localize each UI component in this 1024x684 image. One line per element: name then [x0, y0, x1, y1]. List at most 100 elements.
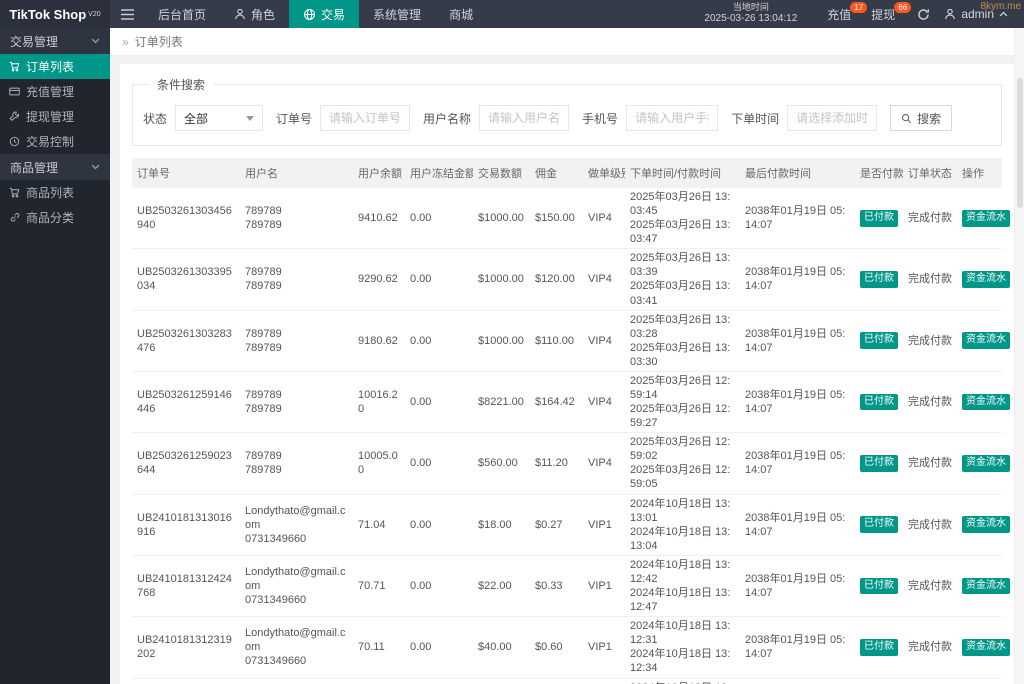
- fund-flow-button[interactable]: 资金流水: [962, 332, 1010, 350]
- cell-username: 789789 789789: [240, 248, 353, 311]
- search-icon: [901, 113, 912, 124]
- table-row: UB2410181312319202 Londythato@gmail.com …: [132, 616, 1010, 679]
- withdraw-link[interactable]: 提现 66: [861, 1, 912, 23]
- cart-icon: [9, 61, 20, 72]
- username-input[interactable]: [479, 105, 570, 131]
- order-time-line1: 2025年03月26日 12:59:02: [630, 436, 731, 463]
- cell-commission: $0.33: [530, 555, 583, 618]
- order-time-line1: 2025年03月26日 13:03:28: [630, 313, 731, 340]
- cell-order-status: 完成付款: [903, 494, 957, 556]
- paid-badge[interactable]: 已付款: [860, 209, 898, 227]
- cell-paid: 已付款: [855, 310, 903, 372]
- sidebar-item-withdraw-mgmt[interactable]: 提现管理: [0, 104, 110, 129]
- paid-badge[interactable]: 已付款: [860, 332, 898, 350]
- fund-flow-button[interactable]: 资金流水: [962, 638, 1010, 656]
- cell-order-status: 完成付款: [903, 188, 957, 250]
- fund-flow-button[interactable]: 资金流水: [962, 393, 1010, 411]
- recharge-link[interactable]: 充值 17: [817, 1, 868, 23]
- nav-item-home[interactable]: 后台首页: [144, 0, 220, 28]
- cell-order-time: 2025年03月26日 13:03:28 2025年03月26日 13:03:3…: [625, 310, 740, 372]
- table-row: UB2503261259023644 789789 789789 10005.0…: [132, 432, 1010, 495]
- paid-badge[interactable]: 已付款: [860, 271, 898, 288]
- cell-balance: 70.71: [353, 555, 405, 618]
- cell-username: Londythato@gmail.com 0731349660: [240, 555, 353, 618]
- sidebar-item-label: 订单列表: [26, 60, 75, 74]
- cell-paid: 已付款: [855, 616, 903, 679]
- cell-frozen: 0.00: [405, 616, 473, 679]
- cell-level: VIP1: [583, 678, 625, 684]
- app-logo-version: V20: [88, 10, 101, 18]
- sidebar-item-trade-control[interactable]: 交易控制: [0, 129, 110, 154]
- cell-balance: 10005.00: [353, 432, 405, 495]
- cell-last-pay-time: 2038年01月19日 05:14:07: [740, 432, 855, 495]
- cell-amount: $8221.00: [473, 371, 530, 434]
- sidebar-group-label: 商品管理: [10, 160, 59, 175]
- fund-flow-button[interactable]: 资金流水: [962, 516, 1010, 534]
- nav-item-roles[interactable]: 角色: [220, 0, 289, 28]
- paid-badge[interactable]: 已付款: [860, 638, 898, 656]
- order-table: 订单号 用户名 用户余额 用户冻结金额 交易数额 佣金 做单级别 下单时间/付款…: [132, 158, 1010, 684]
- fund-flow-button[interactable]: 资金流水: [962, 455, 1010, 472]
- cell-level: VIP4: [583, 432, 625, 495]
- cell-order-no: UB2410181313016916: [132, 494, 240, 556]
- cell-balance: 71.04: [353, 494, 405, 556]
- fund-flow-button[interactable]: 资金流水: [962, 271, 1010, 288]
- paid-badge[interactable]: 已付款: [860, 516, 898, 534]
- cell-amount: $36.00: [473, 678, 530, 684]
- local-time-label: 当地时间: [732, 2, 769, 13]
- fund-flow-button[interactable]: 资金流水: [962, 577, 1010, 595]
- sidebar-item-order-list[interactable]: 订单列表: [0, 54, 110, 79]
- nav-item-mall[interactable]: 商城: [435, 0, 487, 28]
- withdraw-label: 提现: [871, 7, 896, 22]
- paid-badge[interactable]: 已付款: [860, 455, 898, 472]
- col-paid: 是否付款: [855, 158, 903, 188]
- cell-commission: $110.00: [530, 310, 583, 372]
- top-nav: 后台首页 角色 交易 系统管理 商城: [144, 0, 487, 28]
- sidebar-item-product-list[interactable]: 商品列表: [0, 180, 110, 205]
- sidebar-group-label: 交易管理: [10, 34, 59, 49]
- sidebar-item-label: 充值管理: [26, 85, 75, 99]
- sidebar-item-product-category[interactable]: 商品分类: [0, 205, 110, 230]
- breadcrumb-arrow: »: [122, 34, 129, 49]
- cell-level: VIP1: [583, 616, 625, 679]
- search-button[interactable]: 搜索: [890, 105, 953, 131]
- refresh-icon[interactable]: [917, 8, 930, 21]
- cell-last-pay-time: 2038年01月19日 05:14:07: [740, 310, 855, 372]
- app-logo[interactable]: TikTok Shop V20: [0, 0, 110, 28]
- nav-item-system[interactable]: 系统管理: [359, 0, 435, 28]
- paid-badge[interactable]: 已付款: [860, 577, 898, 595]
- cell-paid: 已付款: [855, 371, 903, 434]
- status-filter: 状态 全部: [143, 105, 264, 131]
- order-time-line2: 2025年03月26日 12:59:05: [630, 464, 731, 491]
- cell-frozen: 0.00: [405, 248, 473, 311]
- cell-actions: 资金流水: [957, 310, 1010, 372]
- status-select[interactable]: 全部: [175, 105, 264, 131]
- breadcrumb-label: 订单列表: [134, 35, 183, 49]
- paid-badge[interactable]: 已付款: [860, 393, 898, 411]
- cell-frozen: 0.00: [405, 371, 473, 434]
- cell-commission: $11.20: [530, 432, 583, 495]
- cell-commission: $120.00: [530, 248, 583, 311]
- cell-order-time: 2024年10月18日 13:12:42 2024年10月18日 13:12:4…: [625, 555, 740, 618]
- cell-frozen: 0.00: [405, 494, 473, 556]
- globe-icon: [303, 8, 316, 21]
- sidebar-item-recharge-mgmt[interactable]: 充值管理: [0, 79, 110, 104]
- phone-input[interactable]: [626, 105, 719, 131]
- vertical-scrollbar[interactable]: [1014, 28, 1024, 684]
- search-panel: 条件搜索 状态 全部 订单号 用户名称: [132, 76, 1002, 146]
- table-row: UB2503261303395034 789789 789789 9290.62…: [132, 248, 1010, 311]
- scrollbar-thumb[interactable]: [1017, 78, 1023, 208]
- cell-order-time: 2024年10月18日 13:12:18 2024年10月18日 13:12:2…: [625, 678, 740, 684]
- menu-toggle-icon[interactable]: [110, 0, 144, 28]
- fund-flow-button[interactable]: 资金流水: [962, 209, 1010, 227]
- cell-actions: 资金流水: [957, 248, 1010, 311]
- nav-item-trade[interactable]: 交易: [289, 0, 360, 28]
- order-time-input[interactable]: [787, 105, 878, 131]
- order-no-input[interactable]: [320, 105, 411, 131]
- sidebar-group-trade-mgmt[interactable]: 交易管理: [0, 28, 110, 54]
- cell-amount: $1000.00: [473, 310, 530, 372]
- username-line2: 789789: [245, 403, 282, 416]
- order-time-line1: 2025年03月26日 13:03:45: [630, 191, 731, 218]
- sidebar-group-product-mgmt[interactable]: 商品管理: [0, 154, 110, 180]
- cell-paid: 已付款: [855, 432, 903, 495]
